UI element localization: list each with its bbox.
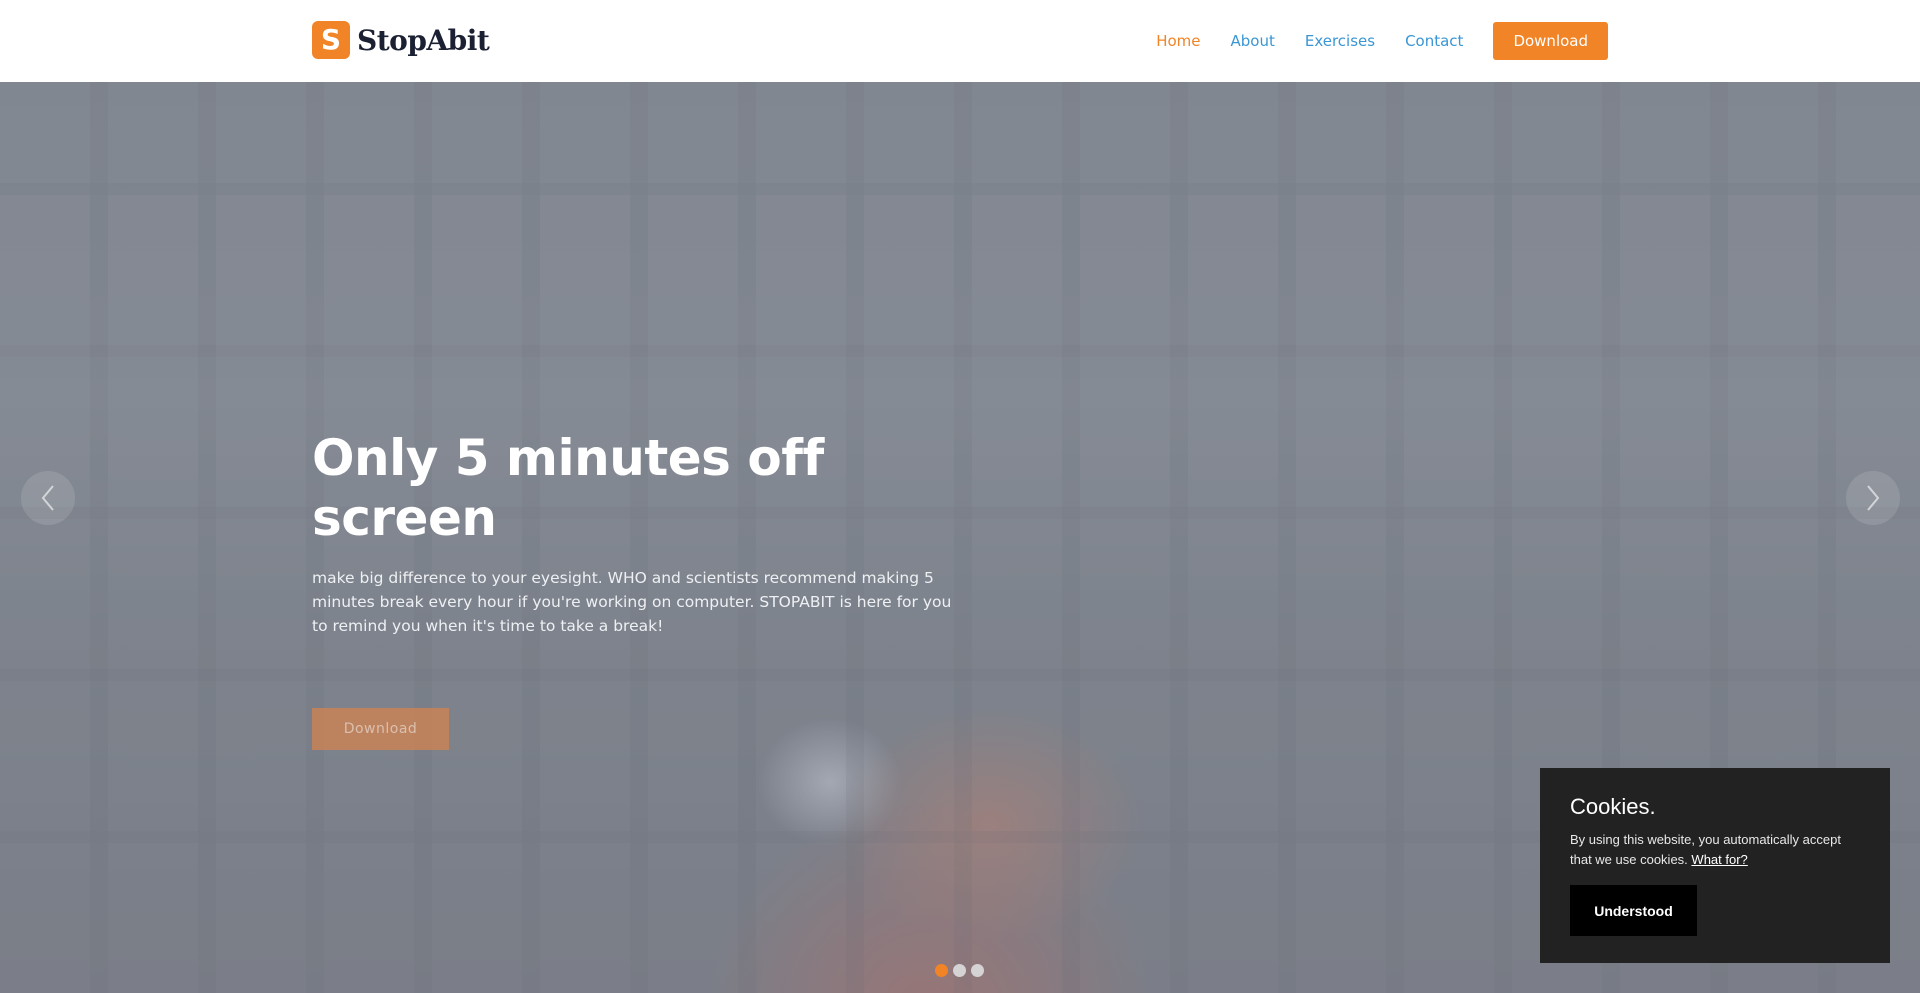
hero-title: Only 5 minutes off screen — [312, 429, 824, 547]
carousel-indicator-3[interactable] — [971, 964, 984, 977]
chevron-right-icon — [1867, 485, 1880, 511]
carousel-indicator-2[interactable] — [953, 964, 966, 977]
logo-icon: S — [312, 21, 350, 59]
cookie-title: Cookies. — [1570, 794, 1656, 819]
hero-description: make big difference to your eyesight. WH… — [312, 569, 952, 635]
chevron-left-icon — [41, 485, 54, 511]
main-nav: Home About Exercises Contact Download — [1156, 22, 1608, 60]
cookie-what-for-link[interactable]: What for? — [1691, 852, 1747, 867]
carousel-next-button[interactable] — [1846, 471, 1900, 525]
brand-logo-link[interactable]: S StopAbit — [312, 21, 490, 59]
carousel-indicators — [935, 964, 989, 977]
hero-caption: Only 5 minutes off screen make big diffe… — [312, 428, 952, 750]
nav-link-home[interactable]: Home — [1156, 22, 1200, 60]
cookie-understood-button[interactable]: Understood — [1570, 885, 1697, 936]
carousel-indicator-1[interactable] — [935, 964, 948, 977]
nav-link-about[interactable]: About — [1230, 22, 1274, 60]
navbar: S StopAbit Home About Exercises Contact … — [0, 0, 1920, 82]
brand-name: StopAbit — [357, 23, 490, 57]
hero-download-button[interactable]: Download — [312, 708, 449, 750]
carousel-prev-button[interactable] — [21, 471, 75, 525]
nav-download-button[interactable]: Download — [1493, 22, 1608, 60]
cookie-banner: Cookies. By using this website, you auto… — [1540, 768, 1890, 963]
cookie-text: By using this website, you automatically… — [1570, 830, 1860, 870]
nav-link-exercises[interactable]: Exercises — [1305, 22, 1375, 60]
nav-link-contact[interactable]: Contact — [1405, 22, 1463, 60]
